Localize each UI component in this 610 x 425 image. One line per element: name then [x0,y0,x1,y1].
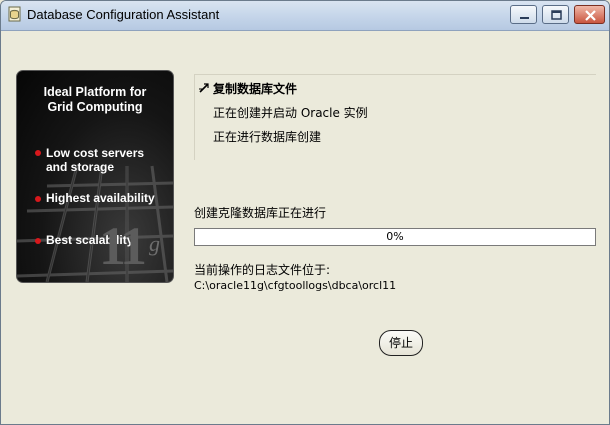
stop-button[interactable]: 停止 [379,330,423,356]
progress-percent: 0% [386,230,404,243]
log-file-path: C:\oracle11g\cfgtoollogs\dbca\orcl11 [194,279,397,292]
bullet-dot-icon [35,238,41,244]
steps-panel: 复制数据库文件 正在创建并启动 Oracle 实例 正在进行数据库创建 [194,74,596,160]
banner-title-line2: Grid Computing [47,100,143,114]
banner-bullet-1-line1: Low cost servers [46,146,145,160]
oracle-11g-banner: Ideal Platform for Grid Computing Low co… [16,70,174,283]
in-progress-arrow-icon [199,83,209,93]
banner-bullet-1: Low cost servers and storage [46,146,144,174]
title-bar[interactable]: Database Configuration Assistant [1,1,609,31]
dbca-app-icon [8,6,21,22]
close-icon [585,10,596,21]
bullet-dot-icon [35,196,41,202]
dbca-window: Database Configuration Assistant Ideal P… [0,0,610,425]
banner-title-line1: Ideal Platform for [43,85,147,99]
maximize-icon [551,10,562,20]
log-location-label: 当前操作的日志文件位于: [194,263,331,277]
banner-bullet-2: Highest availability [46,191,155,205]
progress-label: 创建克隆数据库正在进行 [194,206,327,220]
progress-bar: 0% [194,228,596,246]
minimize-button[interactable] [510,5,537,24]
step-copy-database-files: 复制数据库文件 [213,82,298,96]
window-title: Database Configuration Assistant [27,7,220,22]
banner-title: Ideal Platform for Grid Computing [17,85,173,115]
maximize-button[interactable] [542,5,569,24]
banner-bullet-1-line2: and storage [46,160,115,174]
close-button[interactable] [574,5,605,24]
bullet-dot-icon [35,150,41,156]
step-database-creation: 正在进行数据库创建 [213,130,322,144]
oracle-11g-logo-number: 11 [99,216,147,276]
minimize-icon [520,17,529,19]
step-create-start-instance: 正在创建并启动 Oracle 实例 [213,106,368,120]
oracle-11g-logo-letter: g [149,231,160,256]
